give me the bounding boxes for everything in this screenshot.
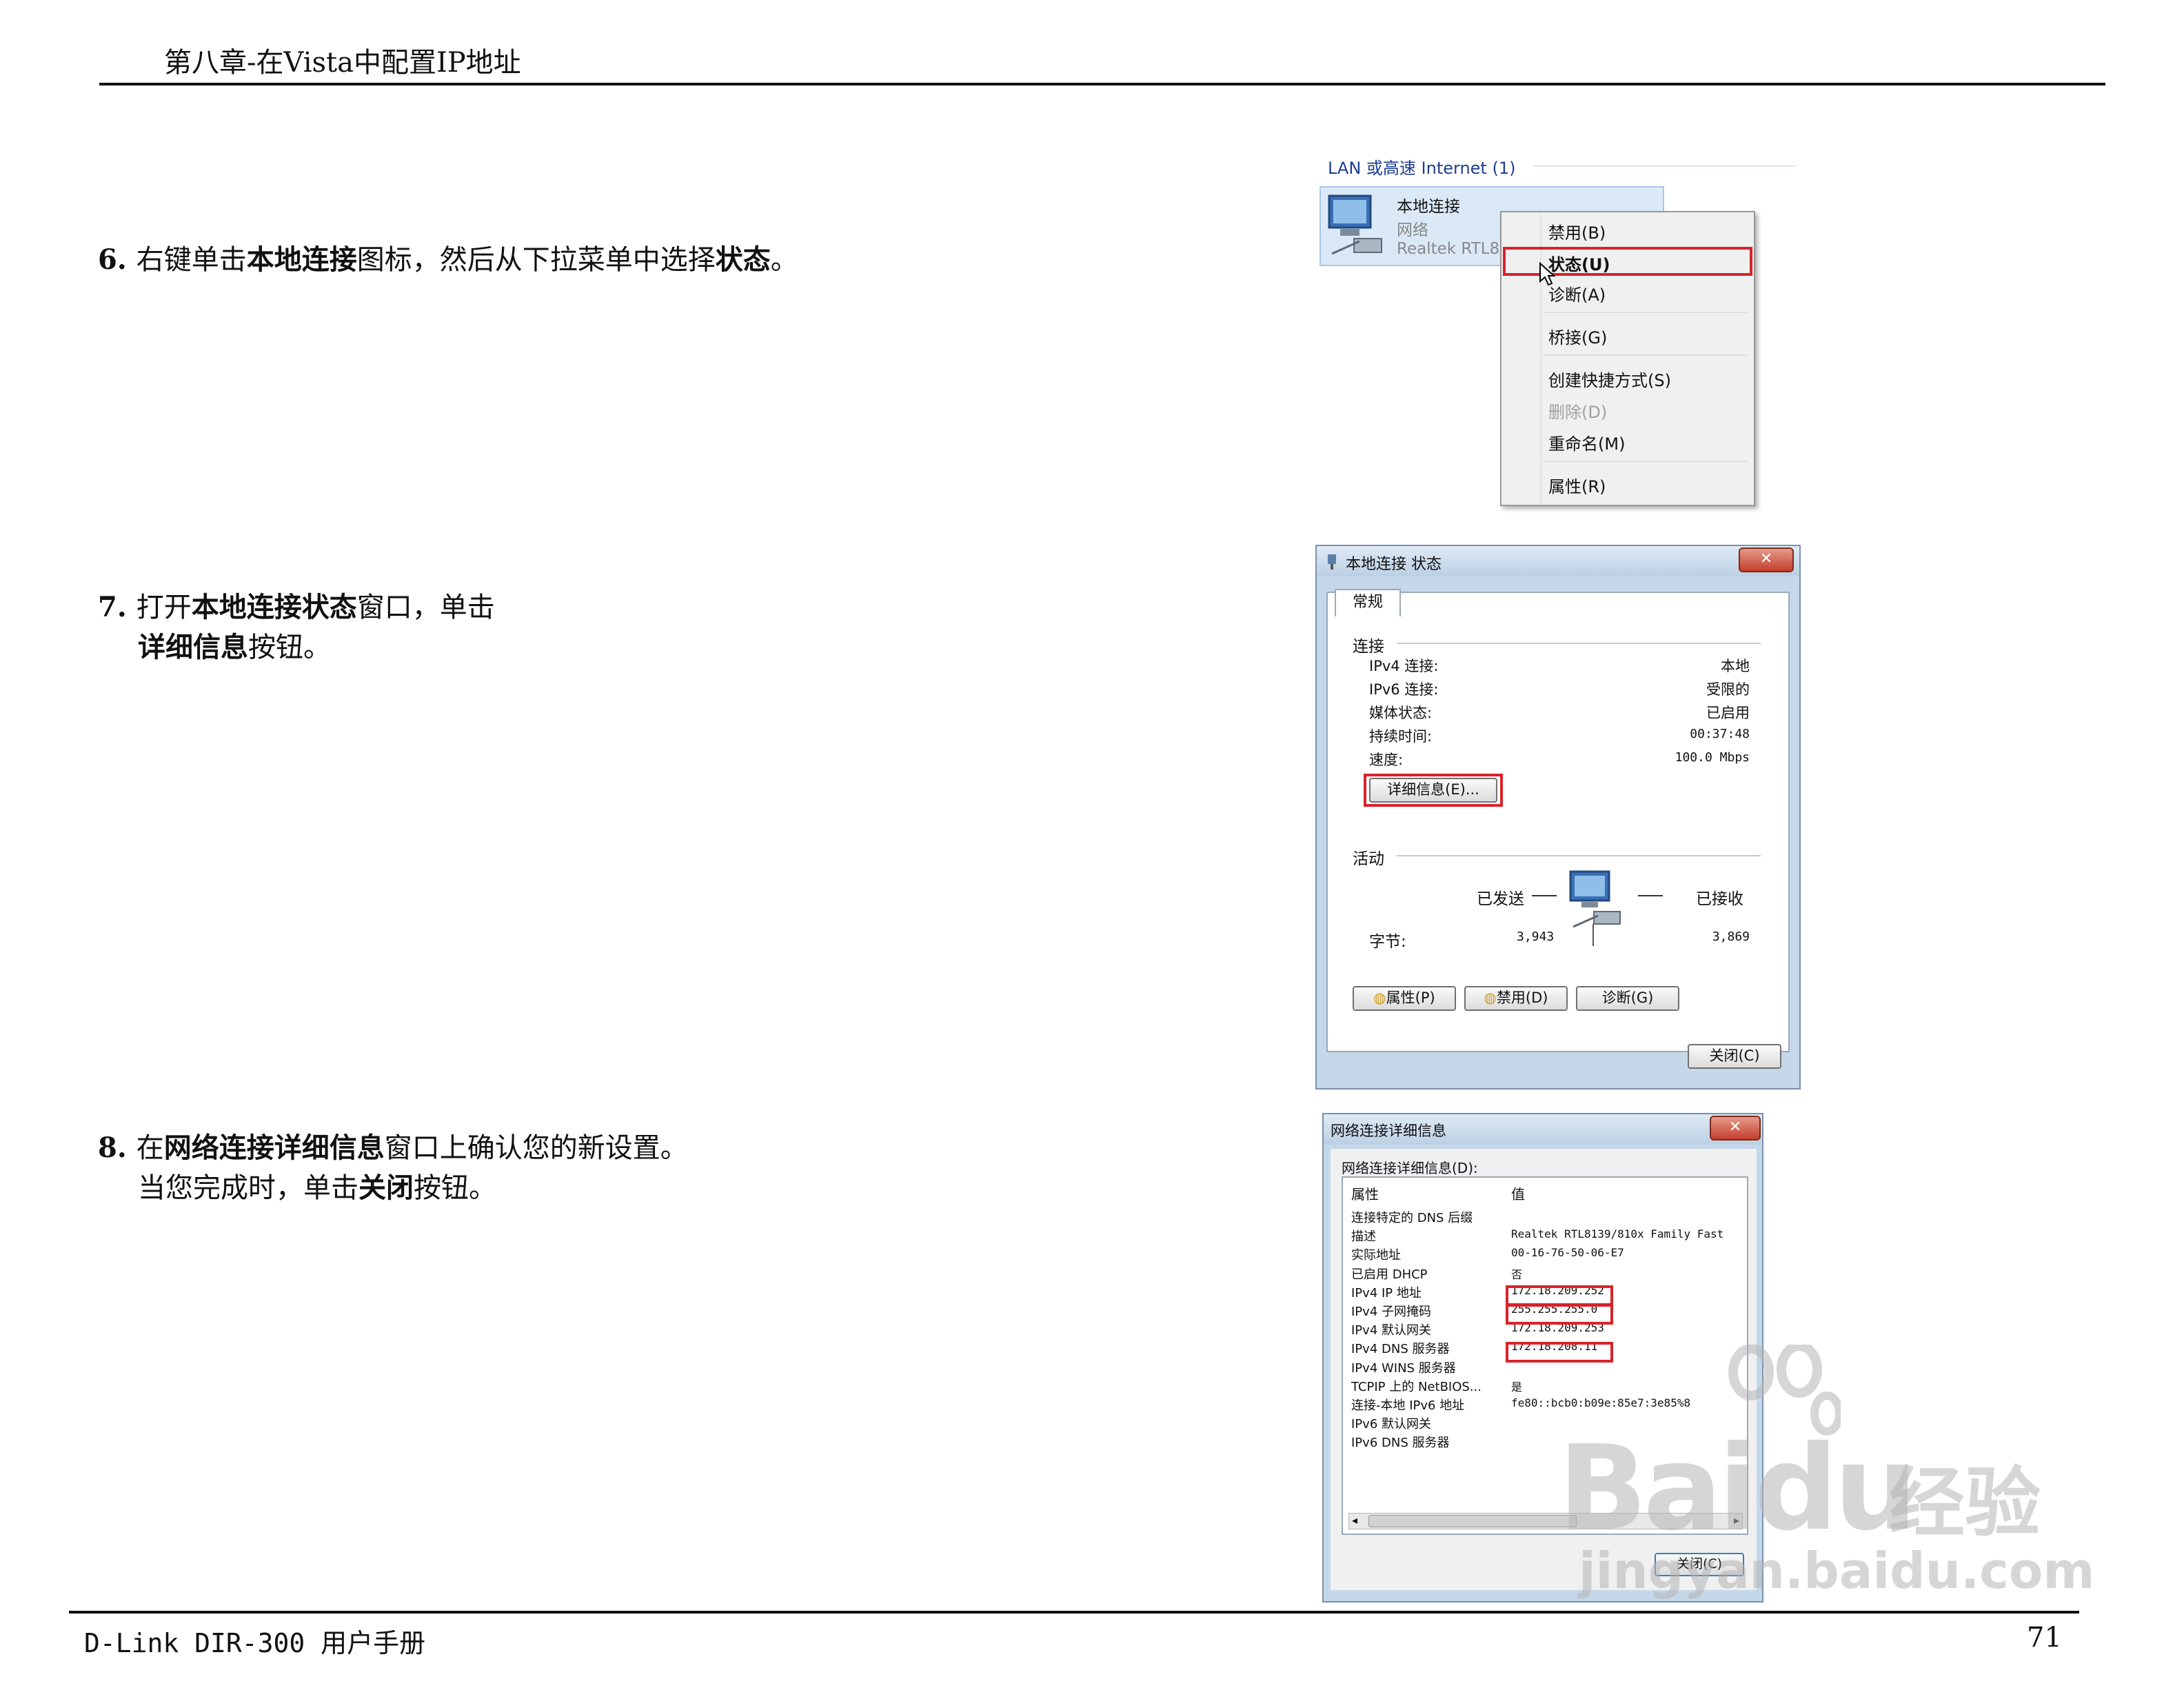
watermark-paw-icon	[1728, 1345, 1841, 1436]
detail-row-value: 否	[1511, 1267, 1523, 1281]
page-header: 第八章-在Vista中配置IP地址	[164, 47, 521, 79]
ipv4-value: 本地	[1721, 658, 1750, 674]
bytes-label: 字节:	[1369, 933, 1406, 951]
screenshot-status-window: 本地连接 状态 ✕ 常规 连接 IPv4 连接: 本地 IPv6 连接: 受限的…	[1315, 545, 1801, 1089]
detail-row-property: TCPIP 上的 NetBIOS...	[1351, 1379, 1482, 1394]
details-highlight-box	[1364, 774, 1503, 807]
detail-row-property: 实际地址	[1351, 1248, 1401, 1263]
duration-label: 持续时间:	[1369, 728, 1433, 745]
step-8: 8. 在网络连接详细信息窗口上确认您的新设置。 当您完成时，单击关闭按钮。	[98, 1132, 688, 1204]
detail-row-property: IPv4 IP 地址	[1351, 1285, 1422, 1300]
detail-row-property: 描述	[1351, 1229, 1376, 1245]
menu-item-rename[interactable]: 重命名(M)	[1548, 430, 1625, 454]
col-header-property: 属性	[1351, 1186, 1379, 1203]
watermark-url: jingyan.baidu.com	[1579, 1542, 2095, 1600]
detail-row-property: IPv4 WINS 服务器	[1351, 1360, 1456, 1376]
detail-row-value: fe80::bcb0:b09e:85e7:3e85%8	[1511, 1396, 1691, 1409]
close-icon[interactable]: ✕	[1739, 547, 1794, 572]
network-icon	[1328, 554, 1336, 570]
menu-item-create-shortcut[interactable]: 创建快捷方式(S)	[1548, 367, 1671, 391]
media-value: 已启用	[1706, 705, 1750, 721]
connection-adapter: Realtek RTL8	[1397, 240, 1500, 258]
step-6: 6. 右键单击本地连接图标，然后从下拉菜单中选择状态。	[98, 243, 798, 276]
context-menu: 禁用(B) 状态(U) 诊断(A) 桥接(G) 创建快捷方式(S) 删除(D) …	[1500, 211, 1755, 506]
connection-name: 本地连接	[1397, 198, 1460, 216]
window-title: 网络连接详细信息	[1331, 1123, 1446, 1139]
group-rule	[1533, 165, 1795, 167]
shield-icon: ◍	[1373, 989, 1386, 1006]
received-label: 已接收	[1696, 890, 1743, 908]
menu-item-bridge[interactable]: 桥接(G)	[1548, 324, 1607, 348]
network-activity-icon	[1569, 870, 1621, 928]
footer-manual-title: D-Link DIR-300 用户手册	[84, 1628, 426, 1658]
detail-row-property: 已启用 DHCP	[1351, 1267, 1428, 1282]
section-activity: 活动	[1353, 850, 1384, 868]
scroll-thumb[interactable]	[1368, 1515, 1577, 1527]
detail-row-value: Realtek RTL8139/810x Family Fast	[1511, 1227, 1724, 1241]
section-connection: 连接	[1353, 638, 1384, 656]
detail-row-property: 连接特定的 DNS 后缀	[1351, 1211, 1473, 1225]
col-header-value: 值	[1511, 1186, 1525, 1203]
speed-value: 100.0 Mbps	[1675, 750, 1750, 765]
bytes-sent: 3,943	[1517, 930, 1555, 944]
watermark-cn: 经验	[1889, 1459, 2041, 1547]
diagnose-button[interactable]: 诊断(G)	[1576, 986, 1679, 1011]
disable-button[interactable]: ◍禁用(D)	[1464, 986, 1568, 1011]
sent-label: 已发送	[1477, 890, 1524, 908]
scroll-left-icon[interactable]: ◂	[1352, 1514, 1357, 1527]
menu-item-diagnose[interactable]: 诊断(A)	[1548, 281, 1606, 305]
ipv6-value: 受限的	[1706, 681, 1750, 698]
menu-item-disable[interactable]: 禁用(B)	[1548, 219, 1606, 243]
ip-highlight-box	[1506, 1285, 1613, 1306]
window-title: 本地连接 状态	[1346, 556, 1442, 573]
shield-icon: ◍	[1484, 989, 1497, 1006]
detail-row-property: IPv6 DNS 服务器	[1351, 1436, 1450, 1451]
detail-row-property: 连接-本地 IPv6 地址	[1351, 1398, 1465, 1413]
network-computer-icon	[1328, 194, 1382, 255]
menu-item-properties[interactable]: 属性(R)	[1548, 473, 1606, 497]
close-button[interactable]: 关闭(C)	[1688, 1044, 1781, 1069]
detail-row-property: IPv4 子网掩码	[1351, 1305, 1431, 1319]
tab-general[interactable]: 常规	[1335, 589, 1401, 616]
speed-label: 速度:	[1369, 752, 1404, 768]
menu-item-delete: 删除(D)	[1548, 403, 1608, 422]
details-label: 网络连接详细信息(D):	[1342, 1160, 1478, 1176]
detail-row-value: 是	[1511, 1380, 1523, 1394]
connection-type: 网络	[1397, 221, 1428, 239]
bytes-received: 3,869	[1712, 930, 1750, 944]
detail-row-property: IPv4 DNS 服务器	[1351, 1342, 1450, 1357]
ipv6-label: IPv6 连接:	[1369, 681, 1439, 698]
footer-rule	[69, 1611, 2079, 1614]
detail-row-value: 00-16-76-50-06-E7	[1511, 1246, 1624, 1260]
dns-highlight-box	[1506, 1342, 1613, 1363]
detail-row-property: IPv6 默认网关	[1351, 1417, 1431, 1432]
header-rule	[99, 83, 2105, 86]
duration-value: 00:37:48	[1690, 727, 1750, 741]
properties-button[interactable]: ◍属性(P)	[1353, 986, 1456, 1011]
mask-highlight-box	[1506, 1304, 1613, 1325]
screenshot-context-menu: LAN 或高速 Internet (1) 本地连接 网络 Realtek RTL…	[1313, 152, 1802, 517]
page-number: 71	[2027, 1622, 2062, 1654]
step-7: 7. 打开本地连接状态窗口，单击 详细信息按钮。	[98, 591, 495, 663]
media-label: 媒体状态:	[1369, 705, 1433, 721]
ipv4-label: IPv4 连接:	[1369, 658, 1439, 674]
detail-row-property: IPv4 默认网关	[1351, 1323, 1431, 1338]
close-icon[interactable]: ✕	[1710, 1116, 1761, 1141]
group-label: LAN 或高速 Internet (1)	[1328, 159, 1516, 178]
